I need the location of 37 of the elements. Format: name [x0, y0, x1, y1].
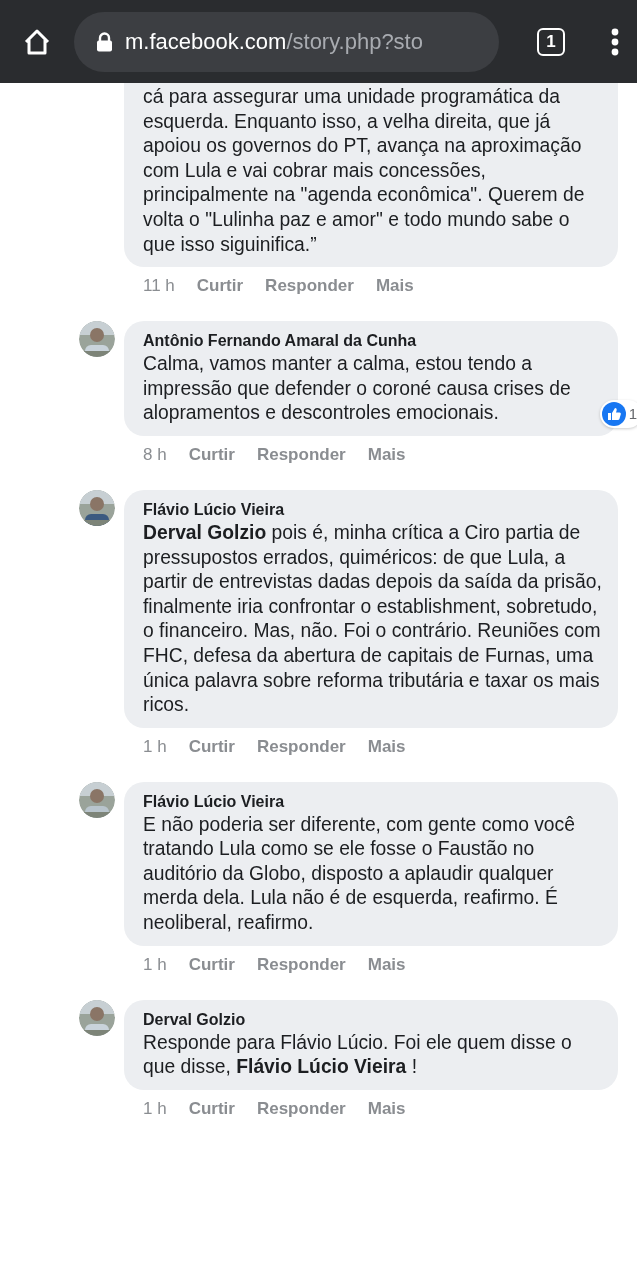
comment-time: 1 h — [143, 954, 167, 975]
comment-text: Derval Golzio pois é, minha crítica a Ciro partia de pressupostos errados, quiméricos: de que Lula, a partir de entrevistas dadas depois da saída da prisão, finalmente iria confrontar o establishment, sobretudo, o financeiro. Mas, não. Foi o contrário. Reuniões com FHC, defesa da abertura de capitais de Furnas, uma única palavra sobre reforma tributária e taxar os mais ricos. — [143, 520, 602, 718]
lock-icon — [96, 31, 113, 52]
comment-action-link[interactable]: Responder — [256, 444, 346, 465]
comment-time: 8 h — [143, 444, 167, 465]
comment-action-link[interactable]: Curtir — [188, 954, 235, 975]
comment-action-link[interactable]: Curtir — [196, 276, 244, 297]
comment-action-link[interactable]: Mais — [375, 276, 414, 297]
like-icon — [601, 401, 626, 426]
author-name[interactable]: Flávio Lúcio Vieira — [143, 790, 285, 813]
tab-count[interactable]: 1 — [537, 27, 565, 56]
author-name[interactable]: Derval Golzio — [143, 1008, 246, 1031]
comment-action-link[interactable]: Mais — [367, 954, 406, 975]
comment-action-link[interactable]: Responder — [256, 954, 346, 975]
comment-action-link[interactable]: Responder — [256, 1098, 346, 1119]
comment-time: 1 h — [143, 1098, 167, 1119]
comment-action-link[interactable]: Mais — [367, 1098, 406, 1119]
comment-action-link[interactable]: Responder — [256, 736, 346, 757]
comment-text: cá para assegurar uma unidade programática da esquerda. Enquanto isso, a velha direita, que já apoiou os governos do PT, avança na aproximação com Lula e vai cobrar mais concessões, principalmente na "agenda econômica". Querem de volta o "Lulinha paz e amor" e todo mundo sabe o que isso siguinifica.” — [143, 85, 586, 257]
author-name[interactable]: Flávio Lúcio Vieira — [143, 498, 285, 521]
comment-text: Calma, vamos manter a calma, estou tendo a impressão que defender o coroné causa crises de alopramentos e descontroles emocionais. — [143, 352, 572, 426]
comment-action-link[interactable]: Curtir — [188, 736, 235, 757]
comment-time: 1 h — [143, 736, 167, 757]
reaction-count: 1 — [628, 405, 637, 423]
comment-text: E não poderia ser diferente, com gente como você tratando Lula como se ele fosse o Faustão no auditório da Globo, disposto a aplaudir qualquer merda dela. Lula não é de esquerda, reafirmo. É neoliberal, reafirmo. — [143, 812, 576, 936]
reaction-badge[interactable]: 1 — [599, 399, 637, 428]
comment-action-link[interactable]: Mais — [367, 444, 406, 465]
comment-action-link[interactable]: Curtir — [188, 1098, 235, 1119]
comment-text: Responde para Flávio Lúcio. Foi ele quem disse o que disse, Flávio Lúcio Vieira ! — [143, 1030, 573, 1080]
comment-action-link[interactable]: Mais — [367, 736, 406, 757]
address-bar[interactable]: m.facebook.com/story.php?sto — [74, 11, 499, 72]
menu-icon[interactable] — [611, 27, 619, 56]
url-text: m.facebook.com/story.php?sto — [125, 28, 423, 55]
comment-time: 11 h — [143, 276, 175, 297]
comment-action-link[interactable]: Curtir — [188, 444, 235, 465]
comment-action-link[interactable]: Responder — [265, 276, 354, 297]
author-name[interactable]: Antônio Fernando Amaral da Cunha — [143, 330, 417, 353]
